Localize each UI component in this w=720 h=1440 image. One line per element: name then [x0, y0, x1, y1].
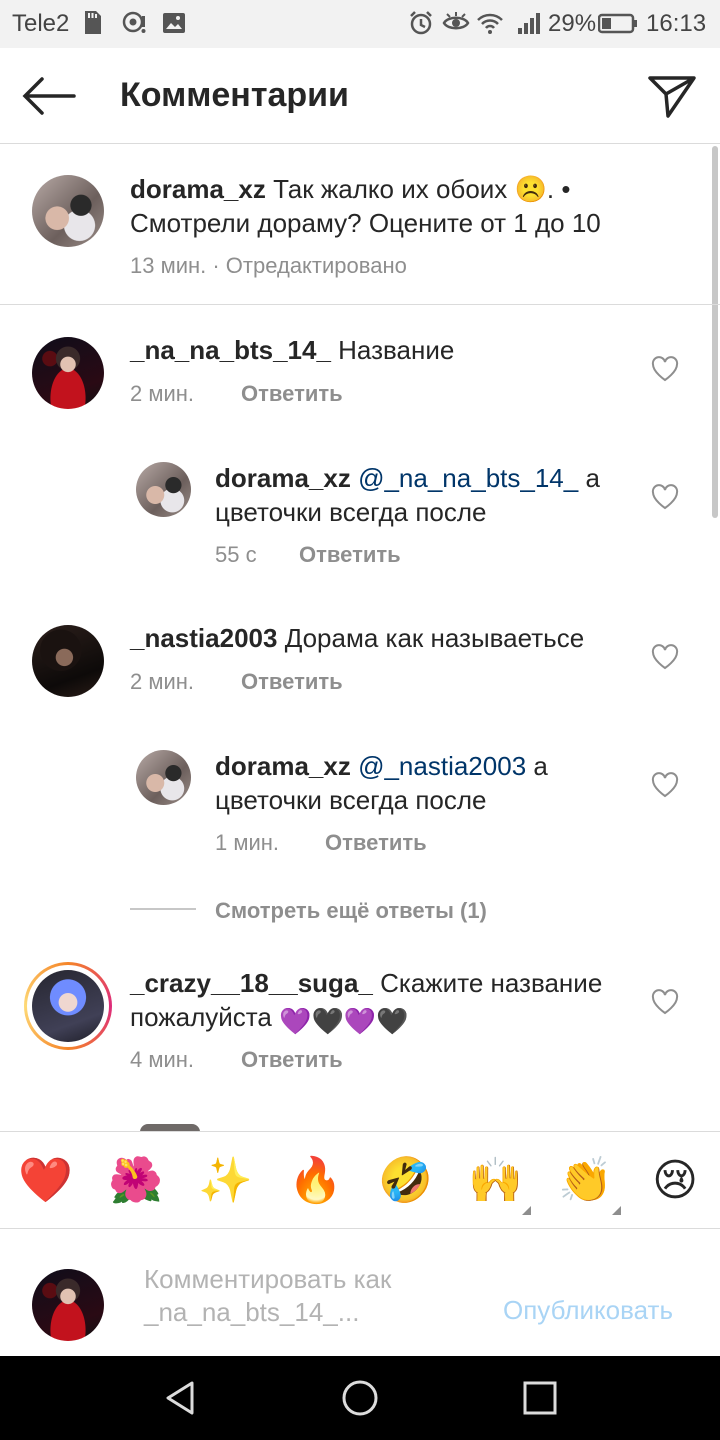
comment-username[interactable]: dorama_xz	[215, 751, 351, 781]
skin-tone-indicator	[522, 1206, 531, 1215]
page-title: Комментарии	[120, 76, 349, 114]
carrier-name: Tele2	[12, 10, 70, 37]
comment-time: 1 мин.	[215, 830, 280, 855]
comment-body: Название	[338, 335, 455, 365]
back-triangle-icon[interactable]	[160, 1378, 200, 1418]
comment-username[interactable]: _na_na_bts_14_	[130, 335, 331, 365]
comment-text: _nastia2003 Дорама как называетьсе	[130, 621, 650, 655]
caption-text: dorama_xz Так жалко их обоих ☹️. • Смотр…	[130, 172, 690, 240]
avatar[interactable]	[136, 750, 191, 805]
emoji-fire[interactable]: 🔥	[288, 1154, 343, 1208]
comment-body-line2: цветочки всегда после	[215, 497, 487, 527]
caption-meta: 13 мин. · Отредактировано	[130, 253, 407, 278]
link-icon	[122, 11, 146, 33]
battery-icon	[598, 13, 637, 34]
mention-link[interactable]: @_na_na_bts_14_	[358, 463, 578, 493]
reply-button[interactable]: Ответить	[241, 669, 343, 695]
battery-percentage: 29%	[548, 10, 597, 37]
comment-input-placeholder-line2: _na_na_bts_14_...	[144, 1297, 360, 1327]
caption-line1: Так жалко их обоих ☹️. •	[273, 174, 571, 204]
header-bar: Комментарии	[0, 48, 720, 144]
comment-body: а	[585, 463, 600, 493]
comment-time: 55 с	[215, 542, 257, 567]
home-circle-icon[interactable]	[340, 1378, 380, 1418]
avatar	[32, 1269, 104, 1341]
sd-card-icon	[85, 11, 101, 34]
reply-button[interactable]: Ответить	[299, 542, 401, 568]
emoji-clapping[interactable]: 👏	[558, 1154, 613, 1208]
emoji-hibiscus[interactable]: 🌺	[108, 1154, 163, 1208]
scrollbar[interactable]	[712, 146, 718, 518]
avatar[interactable]	[32, 175, 104, 247]
publish-button[interactable]: Опубликовать	[503, 1295, 673, 1326]
wifi-icon	[477, 13, 503, 34]
view-more-replies-button[interactable]: Смотреть ещё ответы (1)	[215, 898, 487, 924]
back-arrow-icon[interactable]	[20, 76, 76, 116]
like-heart-icon[interactable]	[651, 484, 679, 510]
like-heart-icon[interactable]	[651, 644, 679, 670]
like-heart-icon[interactable]	[651, 772, 679, 798]
clock: 16:13	[646, 10, 707, 37]
emoji-heart[interactable]: ❤️	[18, 1154, 73, 1208]
comment-body: а	[533, 751, 548, 781]
emoji-rofl[interactable]: 🤣	[378, 1154, 433, 1208]
recents-square-icon[interactable]	[520, 1378, 560, 1418]
comment-time: 2 мин.	[130, 669, 195, 694]
avatar[interactable]	[32, 337, 104, 409]
emoji-crying[interactable]: 😢	[648, 1154, 702, 1208]
eye-icon	[442, 12, 470, 30]
like-heart-icon[interactable]	[651, 356, 679, 382]
comment-text: _na_na_bts_14_ Название	[130, 333, 630, 367]
reply-button[interactable]: Ответить	[325, 830, 427, 856]
comment-username[interactable]: _crazy__18__suga_	[130, 968, 373, 998]
comment-body: Дорама как называетьсе	[284, 623, 585, 653]
reply-button[interactable]: Ответить	[241, 1047, 343, 1073]
reply-text: dorama_xz @_nastia2003 а цветочки всегда…	[215, 749, 635, 817]
comment-body-line2: пожалуйста	[130, 1002, 272, 1032]
status-bar: Tele2 29% 16:13	[0, 0, 720, 48]
reply-text: dorama_xz @_na_na_bts_14_ а цветочки все…	[215, 461, 635, 529]
mention-link[interactable]: @_nastia2003	[358, 751, 526, 781]
heart-emojis: 💜🖤💜🖤	[279, 1006, 409, 1036]
avatar[interactable]	[136, 462, 191, 517]
caption-divider	[0, 304, 720, 305]
comment-time: 2 мин.	[130, 381, 195, 406]
emoji-raised-hands[interactable]: 🙌	[468, 1154, 523, 1208]
comment-username[interactable]: dorama_xz	[215, 463, 351, 493]
comment-time: 4 мин.	[130, 1047, 195, 1072]
avatar[interactable]	[32, 970, 104, 1042]
reply-button[interactable]: Ответить	[241, 381, 343, 407]
direct-send-icon[interactable]	[644, 72, 700, 120]
alarm-icon	[410, 11, 432, 35]
android-nav-bar	[0, 1356, 720, 1440]
caption-username[interactable]: dorama_xz	[130, 174, 266, 204]
skin-tone-indicator	[612, 1206, 621, 1215]
comment-username[interactable]: _nastia2003	[130, 623, 277, 653]
comment-text: _crazy__18__suga_ Скажите название пожал…	[130, 966, 630, 1038]
comment-composer: Комментировать как _na_na_bts_14_... Опу…	[0, 1229, 720, 1356]
comment-body-line2: цветочки всегда после	[215, 785, 487, 815]
quick-emoji-bar: ❤️ 🌺 ✨ 🔥 🤣 🙌 👏 😢	[0, 1131, 720, 1229]
comment-input[interactable]: Комментировать как _na_na_bts_14_...	[144, 1263, 484, 1329]
like-heart-icon[interactable]	[651, 989, 679, 1015]
signal-icon	[518, 13, 540, 34]
view-more-divider	[130, 908, 196, 910]
image-icon	[163, 13, 185, 33]
comment-input-placeholder-line1: Комментировать как	[144, 1264, 392, 1294]
comment-body: Скажите название	[380, 968, 603, 998]
caption-line2: Смотрели дораму? Оцените от 1 до 10	[130, 208, 601, 238]
avatar[interactable]	[32, 625, 104, 697]
emoji-sparkles[interactable]: ✨	[198, 1154, 253, 1208]
